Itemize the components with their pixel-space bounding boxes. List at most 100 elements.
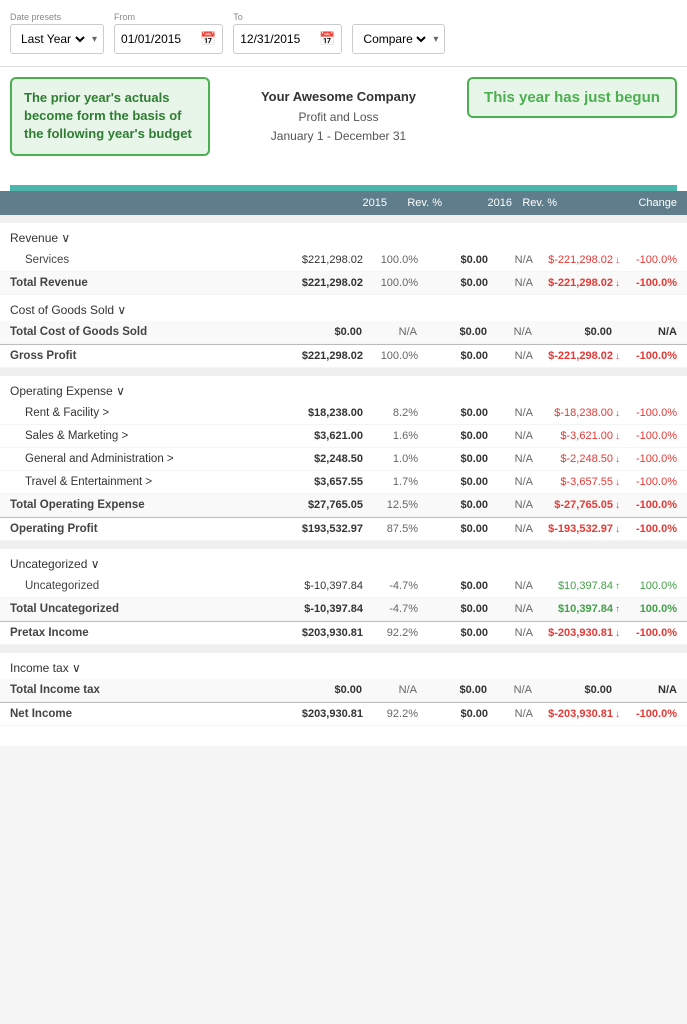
travel-2016: $0.00 — [418, 476, 488, 488]
section-header-cogs[interactable]: Cost of Goods Sold ∨ — [0, 295, 687, 321]
section-divider-uncategorized — [0, 541, 687, 549]
date-presets-group: Date presets Last Year ▾ — [10, 12, 104, 54]
services-2016: $0.00 — [418, 254, 488, 266]
general-arrow-down-icon: ↓ — [615, 454, 620, 465]
total-revenue-arrow-down-icon: ↓ — [615, 278, 620, 289]
annotation-right-box: This year has just begun — [467, 77, 677, 118]
compare-select[interactable]: Compare — [359, 31, 429, 47]
total-revenue-2016: $0.00 — [418, 277, 488, 289]
row-name-travel-entertainment[interactable]: Travel & Entertainment > — [10, 476, 278, 488]
operating-profit-pct: -100.0% — [622, 523, 677, 535]
total-operating-rev-2015: 12.5% — [363, 499, 418, 511]
row-pretax-income: Pretax Income $203,930.81 92.2% $0.00 N/… — [0, 621, 687, 645]
annotation-left-box: The prior year's actuals become form the… — [10, 77, 210, 156]
section-header-uncategorized[interactable]: Uncategorized ∨ — [0, 549, 687, 575]
sales-rev-2016: N/A — [488, 430, 533, 442]
from-date-wrap[interactable]: 📅 — [114, 24, 223, 54]
date-range: January 1 - December 31 — [210, 127, 467, 146]
total-uncategorized-2015: $-10,397.84 — [278, 603, 363, 615]
total-tax-pct: N/A — [622, 684, 677, 696]
net-income-rev-2016: N/A — [488, 708, 533, 720]
row-name-uncategorized: Uncategorized — [10, 580, 278, 592]
compare-spacer — [352, 12, 445, 22]
general-2015: $2,248.50 — [278, 453, 363, 465]
sales-rev-2015: 1.6% — [363, 430, 418, 442]
rent-change: $-18,238.00 — [533, 407, 613, 419]
total-uncategorized-arrow-up-icon: ↑ — [615, 604, 620, 615]
row-total-cogs: Total Cost of Goods Sold $0.00 N/A $0.00… — [0, 321, 687, 344]
total-tax-change: $0.00 — [532, 684, 612, 696]
operating-profit-2015: $193,532.97 — [278, 523, 363, 535]
row-name-rent-facility[interactable]: Rent & Facility > — [10, 407, 278, 419]
bottom-spacer — [0, 726, 687, 746]
annotation-row: The prior year's actuals become form the… — [0, 67, 687, 177]
row-operating-profit: Operating Profit $193,532.97 87.5% $0.00… — [0, 517, 687, 541]
to-date-wrap[interactable]: 📅 — [233, 24, 342, 54]
general-rev-2015: 1.0% — [363, 453, 418, 465]
rent-pct: -100.0% — [622, 407, 677, 419]
pretax-rev-2015: 92.2% — [363, 627, 418, 639]
row-total-income-tax: Total Income tax $0.00 N/A $0.00 N/A $0.… — [0, 679, 687, 702]
section-header-revenue[interactable]: Revenue ∨ — [0, 223, 687, 249]
pretax-2016: $0.00 — [418, 627, 488, 639]
services-pct: -100.0% — [622, 254, 677, 266]
row-name-general-admin[interactable]: General and Administration > — [10, 453, 278, 465]
row-total-revenue: Total Revenue $221,298.02 100.0% $0.00 N… — [0, 272, 687, 295]
compare-select-wrap[interactable]: Compare ▾ — [352, 24, 445, 54]
th-empty — [10, 197, 302, 209]
operating-profit-rev-2016: N/A — [488, 523, 533, 535]
sales-2015: $3,621.00 — [278, 430, 363, 442]
row-total-uncategorized: Total Uncategorized $-10,397.84 -4.7% $0… — [0, 598, 687, 621]
row-name-total-cogs: Total Cost of Goods Sold — [10, 326, 277, 338]
section-divider-income-tax — [0, 645, 687, 653]
net-income-arrow-down-icon: ↓ — [615, 709, 620, 720]
row-name-operating-profit: Operating Profit — [10, 523, 278, 535]
main-content: The prior year's actuals become form the… — [0, 67, 687, 746]
row-general-admin: General and Administration > $2,248.50 1… — [0, 448, 687, 471]
total-operating-arrow-down-icon: ↓ — [615, 500, 620, 511]
date-presets-select-wrap[interactable]: Last Year ▾ — [10, 24, 104, 54]
operating-profit-change: $-193,532.97 — [533, 523, 613, 535]
general-rev-2016: N/A — [488, 453, 533, 465]
net-income-2016: $0.00 — [418, 708, 488, 720]
date-presets-select[interactable]: Last Year — [17, 31, 88, 47]
total-revenue-rev-2016: N/A — [488, 277, 533, 289]
section-header-income-tax[interactable]: Income tax ∨ — [0, 653, 687, 679]
uncategorized-change: $10,397.84 — [533, 580, 613, 592]
pretax-rev-2016: N/A — [488, 627, 533, 639]
total-operating-pct: -100.0% — [622, 499, 677, 511]
th-rev-pct-2: Rev. % — [512, 197, 557, 209]
services-change: $-221,298.02 — [533, 254, 613, 266]
from-date-input[interactable] — [121, 32, 196, 46]
pretax-change: $-203,930.81 — [533, 627, 613, 639]
rent-arrow-down-icon: ↓ — [615, 408, 620, 419]
uncategorized-pct: 100.0% — [622, 580, 677, 592]
row-name-sales-marketing[interactable]: Sales & Marketing > — [10, 430, 278, 442]
to-date-input[interactable] — [240, 32, 315, 46]
gross-profit-pct: -100.0% — [622, 350, 677, 362]
sales-arrow-down-icon: ↓ — [615, 431, 620, 442]
sales-2016: $0.00 — [418, 430, 488, 442]
total-uncategorized-2016: $0.00 — [418, 603, 488, 615]
total-cogs-2015: $0.00 — [277, 326, 362, 338]
section-divider-operating — [0, 368, 687, 376]
row-name-total-uncategorized: Total Uncategorized — [10, 603, 278, 615]
uncategorized-arrow-up-icon: ↑ — [615, 581, 620, 592]
total-uncategorized-rev-2016: N/A — [488, 603, 533, 615]
chevron-down-icon: ▾ — [92, 34, 97, 45]
total-uncategorized-pct: 100.0% — [622, 603, 677, 615]
total-tax-2015: $0.00 — [277, 684, 362, 696]
services-arrow-down-icon: ↓ — [615, 255, 620, 266]
total-cogs-change: $0.00 — [532, 326, 612, 338]
from-date-group: From 📅 — [114, 12, 223, 54]
row-gross-profit: Gross Profit $221,298.02 100.0% $0.00 N/… — [0, 344, 687, 368]
services-rev-2015: 100.0% — [363, 254, 418, 266]
total-uncategorized-rev-2015: -4.7% — [363, 603, 418, 615]
total-operating-change: $-27,765.05 — [533, 499, 613, 511]
total-operating-rev-2016: N/A — [488, 499, 533, 511]
travel-rev-2015: 1.7% — [363, 476, 418, 488]
section-header-operating[interactable]: Operating Expense ∨ — [0, 376, 687, 402]
gross-profit-arrow-down-icon: ↓ — [615, 351, 620, 362]
operating-profit-arrow-down-icon: ↓ — [615, 524, 620, 535]
company-name: Your Awesome Company — [210, 87, 467, 108]
